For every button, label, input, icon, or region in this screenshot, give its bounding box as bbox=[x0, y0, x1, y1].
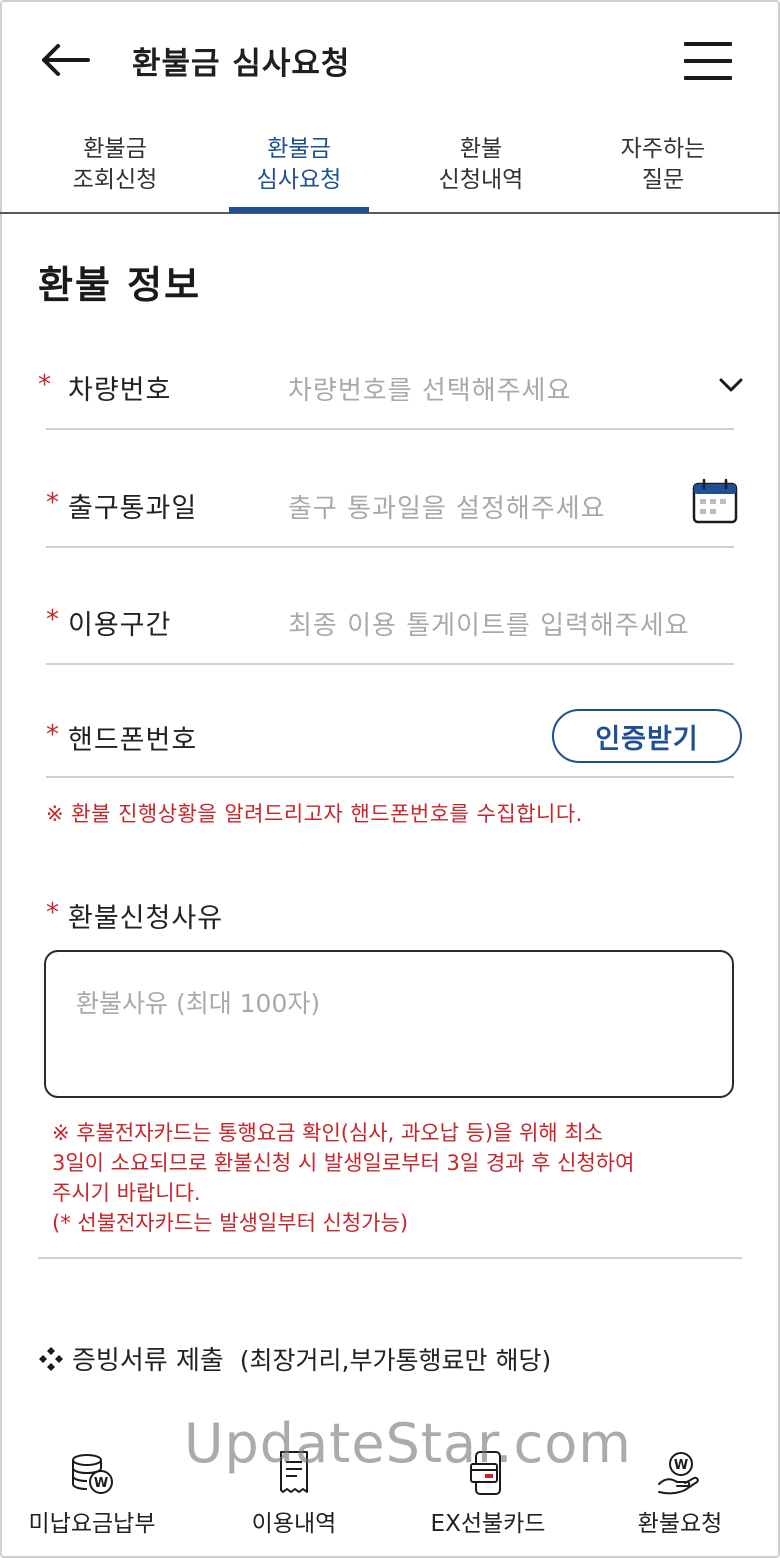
menu-icon-line bbox=[684, 59, 732, 63]
refund-reason-placeholder: 환불사유 (최대 100자) bbox=[76, 989, 321, 1018]
tab-refund-history[interactable]: 환불 신청내역 bbox=[396, 134, 566, 196]
diamond-bullet-icon bbox=[39, 1346, 63, 1371]
vehicle-number-label: 차량번호 bbox=[68, 375, 172, 406]
section-title: 환불 정보 bbox=[38, 263, 202, 307]
usage-section-placeholder: 최종 이용 톨게이트를 입력해주세요 bbox=[288, 611, 690, 641]
app-header: 환불금 심사요청 bbox=[0, 0, 780, 118]
nav-unpaid-toll-label: 미납요금납부 bbox=[28, 1511, 156, 1537]
app-frame bbox=[0, 0, 780, 1558]
card-notice-line: ※ 후불전자카드는 통행요금 확인(심사, 과오납 등)을 위해 최소 bbox=[52, 1121, 604, 1145]
exit-date-placeholder: 출구 통과일을 설정해주세요 bbox=[288, 494, 606, 524]
svg-text:W: W bbox=[674, 1458, 688, 1473]
chevron-down-icon bbox=[719, 378, 743, 392]
card-notice: ※ 후불전자카드는 통행요금 확인(심사, 과오납 등)을 위해 최소 3일이 … bbox=[52, 1118, 742, 1238]
vehicle-number-select[interactable]: * 차량번호 차량번호를 선택해주세요 bbox=[38, 350, 743, 430]
verify-button[interactable]: 인증받기 bbox=[552, 709, 742, 763]
watermark: UpdateStar.com bbox=[184, 1412, 632, 1475]
nav-ex-prepaid-card-label: EX선불카드 bbox=[430, 1511, 546, 1537]
tab-refund-review[interactable]: 환불금 심사요청 bbox=[214, 134, 384, 196]
active-tab-indicator bbox=[229, 207, 369, 213]
evidence-submission-header: 증빙서류 제출 (최장거리,부가통행료만 해당) bbox=[38, 1340, 551, 1377]
card-notice-line: (* 선불전자카드는 발생일부터 신청가능) bbox=[52, 1211, 409, 1235]
nav-unpaid-toll[interactable]: W 미납요금납부 bbox=[2, 1440, 182, 1538]
exit-date-field[interactable]: * 출구통과일 출구 통과일을 설정해주세요 bbox=[46, 468, 738, 548]
hamburger-menu-button[interactable] bbox=[680, 40, 736, 82]
exit-date-label: 출구통과일 bbox=[68, 493, 198, 524]
required-mark: * bbox=[46, 720, 59, 750]
vehicle-number-placeholder: 차량번호를 선택해주세요 bbox=[288, 376, 572, 406]
refund-hand-icon: W bbox=[658, 1452, 699, 1495]
phone-collection-notice: ※ 환불 진행상황을 알려드리고자 핸드폰번호를 수집합니다. bbox=[46, 802, 583, 826]
phone-number-label: 핸드폰번호 bbox=[68, 725, 198, 756]
refund-reason-textarea[interactable]: 환불사유 (최대 100자) bbox=[44, 950, 734, 1098]
evidence-title: 증빙서류 제출 bbox=[72, 1346, 224, 1376]
menu-icon bbox=[684, 42, 732, 46]
divider bbox=[38, 1257, 742, 1259]
evidence-note: (최장거리,부가통행료만 해당) bbox=[239, 1345, 552, 1375]
svg-text:W: W bbox=[94, 1476, 108, 1491]
refund-reason-label: 환불신청사유 bbox=[68, 903, 224, 934]
usage-section-label: 이용구간 bbox=[68, 610, 172, 641]
tab-bar: 환불금 조회신청 환불금 심사요청 환불 신청내역 자주하는 질문 bbox=[0, 128, 780, 214]
required-mark: * bbox=[46, 488, 59, 518]
tab-refund-inquiry[interactable]: 환불금 조회신청 bbox=[30, 134, 200, 196]
calendar-icon[interactable] bbox=[692, 478, 738, 524]
usage-section-field[interactable]: * 이용구간 최종 이용 톨게이트를 입력해주세요 bbox=[46, 585, 734, 665]
arrow-left-icon bbox=[42, 44, 90, 76]
card-notice-line: 3일이 소요되므로 환불신청 시 발생일로부터 3일 경과 후 신청하여 bbox=[52, 1151, 635, 1175]
nav-usage-history-label: 이용내역 bbox=[251, 1511, 337, 1537]
tab-faq[interactable]: 자주하는 질문 bbox=[578, 134, 748, 196]
coins-won-icon: W bbox=[72, 1454, 113, 1494]
required-mark: * bbox=[46, 605, 59, 635]
required-mark: * bbox=[46, 898, 59, 928]
required-mark: * bbox=[38, 370, 51, 400]
page-title: 환불금 심사요청 bbox=[132, 46, 351, 82]
menu-icon-line bbox=[684, 76, 732, 80]
nav-refund-request-label: 환불요청 bbox=[637, 1511, 723, 1537]
back-button[interactable] bbox=[38, 38, 94, 82]
card-notice-line: 주시기 바랍니다. bbox=[52, 1181, 201, 1205]
